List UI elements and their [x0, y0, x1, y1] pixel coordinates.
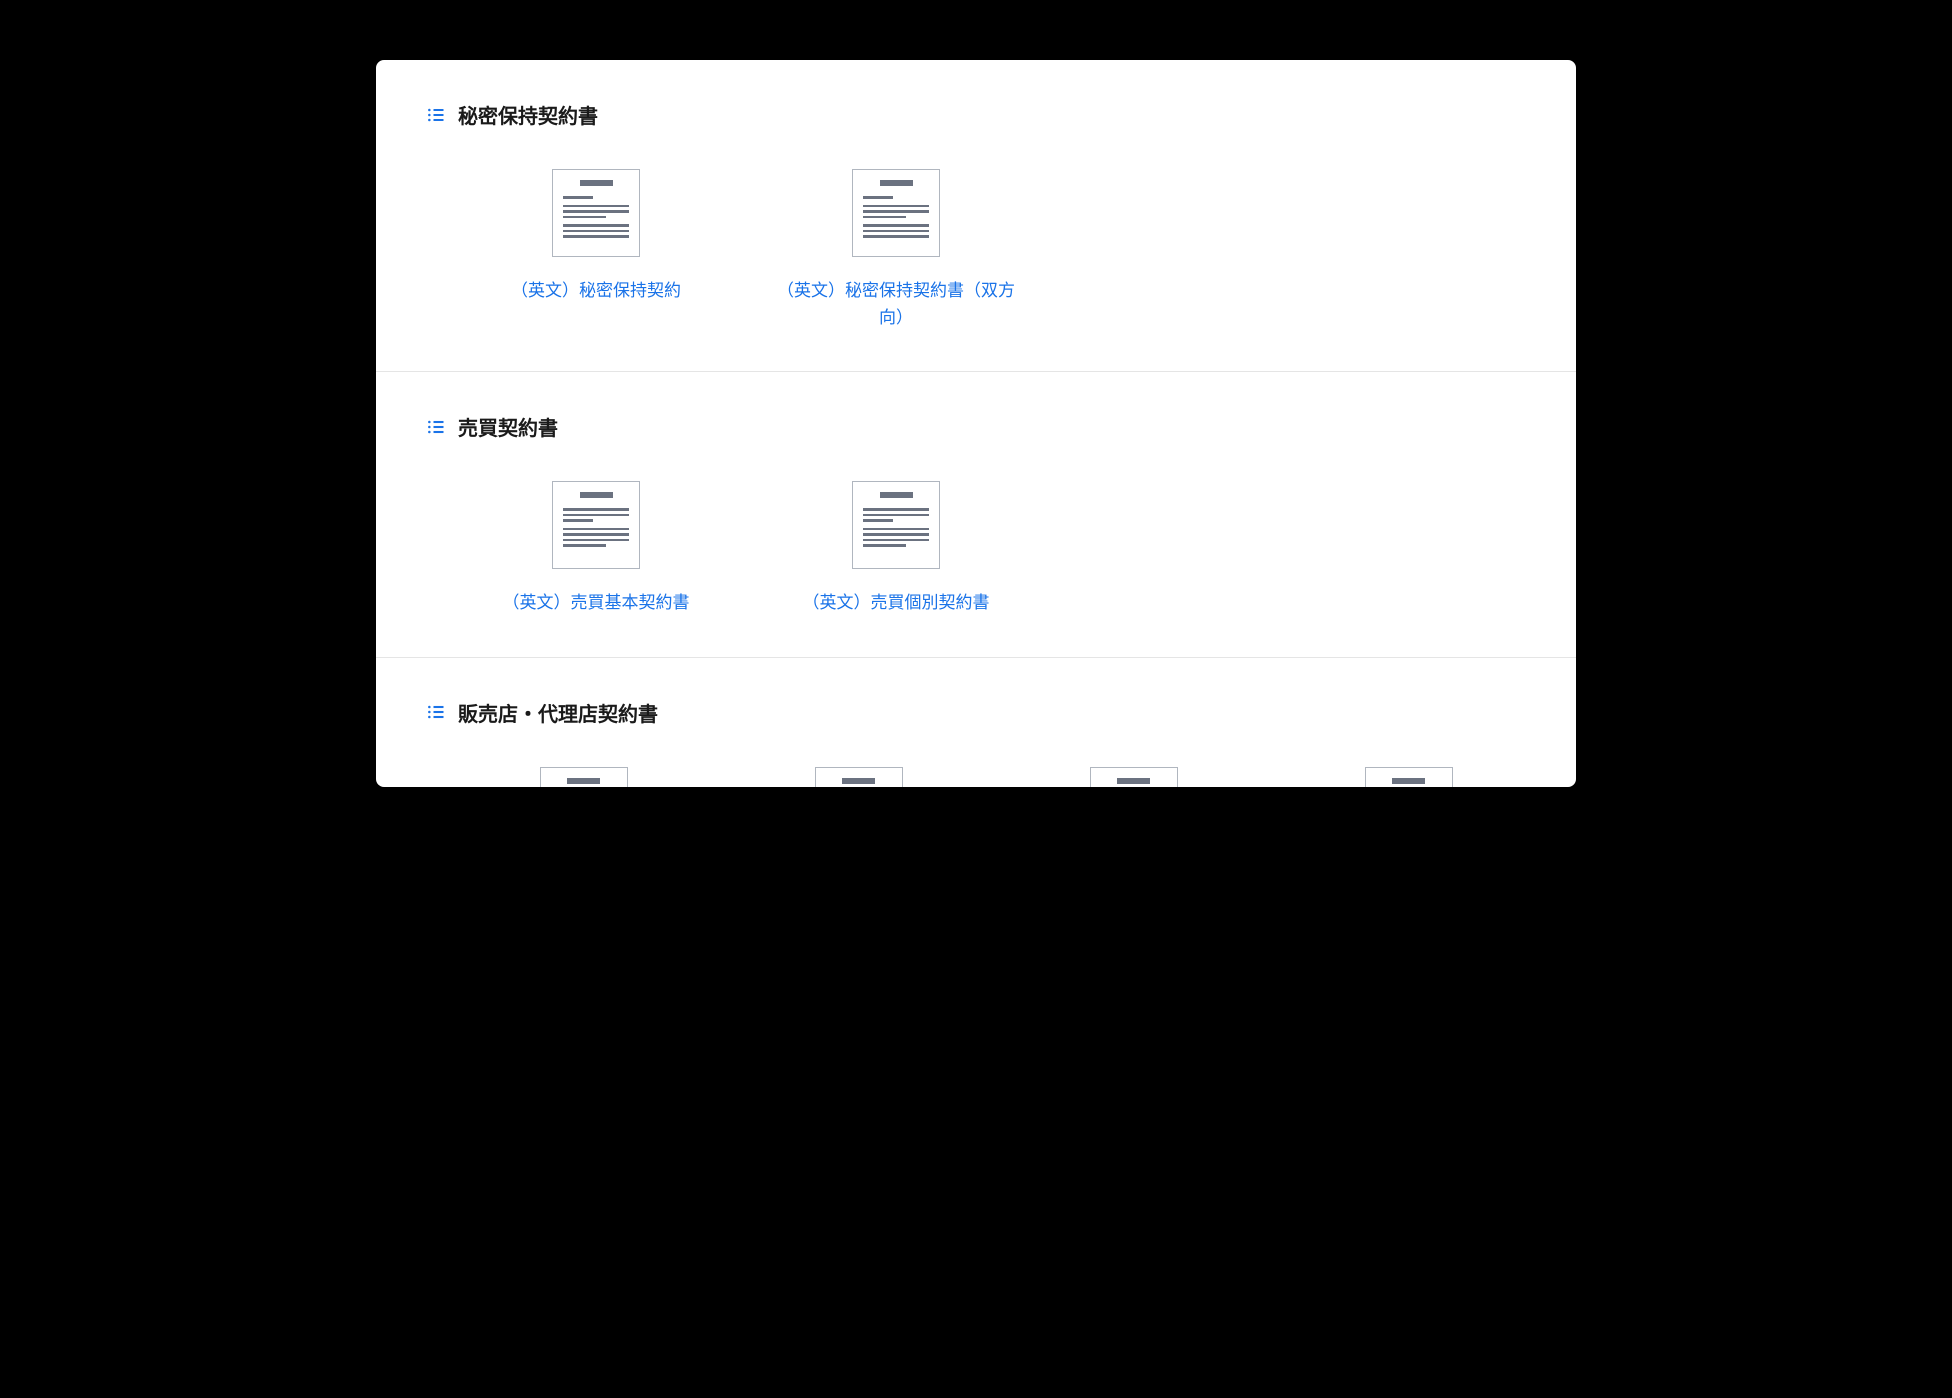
template-card[interactable]	[741, 767, 976, 787]
card-list	[426, 767, 1526, 787]
template-label: （英文）売買基本契約書	[503, 589, 690, 616]
section-sales: 売買契約書 （英文）売	[376, 412, 1576, 657]
document-icon	[552, 481, 640, 569]
section-title: 販売店・代理店契約書	[458, 698, 658, 727]
section-header: 販売店・代理店契約書	[426, 698, 1526, 727]
section-nda: 秘密保持契約書	[376, 100, 1576, 372]
document-icon	[815, 767, 903, 787]
document-icon	[1365, 767, 1453, 787]
template-card[interactable]: （英文）秘密保持契約書（双方向）	[766, 169, 1026, 331]
card-list: （英文）秘密保持契約	[426, 169, 1526, 331]
template-card[interactable]	[466, 767, 701, 787]
section-distributor: 販売店・代理店契約書	[376, 698, 1576, 787]
document-icon	[540, 767, 628, 787]
list-icon	[426, 702, 446, 722]
template-label: （英文）売買個別契約書	[803, 589, 990, 616]
section-title: 売買契約書	[458, 412, 558, 441]
section-title: 秘密保持契約書	[458, 100, 598, 129]
content-window: 秘密保持契約書	[376, 60, 1576, 787]
template-card[interactable]	[1016, 767, 1251, 787]
card-list: （英文）売買基本契約書 （英	[426, 481, 1526, 616]
template-card[interactable]: （英文）売買個別契約書	[766, 481, 1026, 616]
template-card[interactable]	[1291, 767, 1526, 787]
template-card[interactable]: （英文）売買基本契約書	[466, 481, 726, 616]
document-icon	[852, 169, 940, 257]
section-header: 秘密保持契約書	[426, 100, 1526, 129]
template-card[interactable]: （英文）秘密保持契約	[466, 169, 726, 331]
template-label: （英文）秘密保持契約	[511, 277, 681, 304]
template-label: （英文）秘密保持契約書（双方向）	[766, 277, 1026, 331]
list-icon	[426, 105, 446, 125]
document-icon	[552, 169, 640, 257]
list-icon	[426, 417, 446, 437]
section-header: 売買契約書	[426, 412, 1526, 441]
document-icon	[852, 481, 940, 569]
document-icon	[1090, 767, 1178, 787]
